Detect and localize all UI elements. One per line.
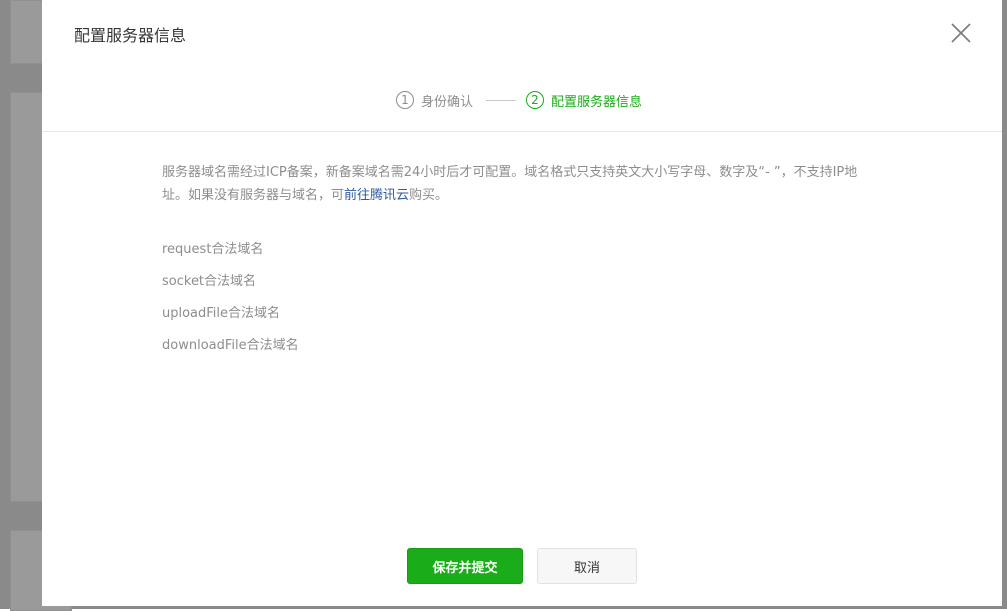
step-number: 1 [396,91,414,109]
step-indicator: 1 身份确认 2 配置服务器信息 [42,88,1002,112]
notice-text: 服务器域名需经过ICP备案，新备案域名需24小时后才可配置。域名格式只支持英文大… [162,165,858,203]
step-config-server: 2 配置服务器信息 [526,88,642,112]
request-domain-label: request合法域名 [162,242,264,257]
downloadfile-domain-label: downloadFile合法域名 [162,338,299,353]
header-divider [42,131,1002,132]
close-icon [951,23,971,43]
step-identity-confirm: 1 身份确认 [396,88,473,112]
save-and-submit-button[interactable]: 保存并提交 [407,548,523,584]
uploadfile-domain-label: uploadFile合法域名 [162,306,281,321]
notice-text-end: 购买。 [409,188,449,203]
tencent-cloud-link[interactable]: 前往腾讯云 [344,188,409,203]
step-label: 身份确认 [421,94,474,110]
step-number: 2 [526,91,544,109]
socket-domain-label: socket合法域名 [162,274,257,289]
cancel-button[interactable]: 取消 [537,548,637,584]
config-server-dialog: 配置服务器信息 1 身份确认 2 配置服务器信息 服务器域名需经过ICP备案，新… [42,0,1002,606]
dialog-title: 配置服务器信息 [74,26,187,45]
close-button[interactable] [950,22,972,44]
domain-notice: 服务器域名需经过ICP备案，新备案域名需24小时后才可配置。域名格式只支持英文大… [162,161,882,207]
step-connector [486,100,516,101]
step-label: 配置服务器信息 [551,94,643,110]
